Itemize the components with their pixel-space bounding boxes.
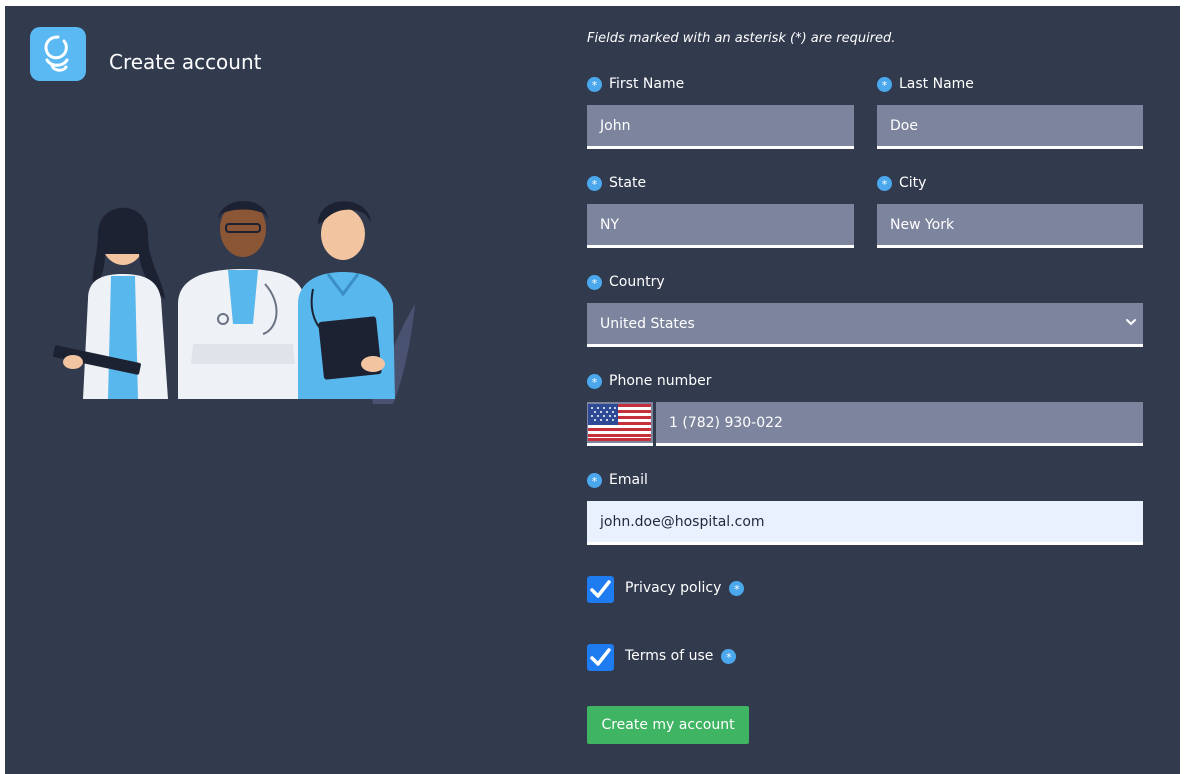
privacy-policy-label: Privacy policy	[625, 580, 745, 597]
first-name-label: First Name	[587, 76, 685, 93]
phone-label-text: Phone number	[609, 373, 712, 389]
last-name-value: Doe	[890, 117, 918, 134]
state-value: NY	[600, 216, 620, 233]
state-input[interactable]: NY	[587, 204, 854, 248]
email-label: Email	[587, 472, 648, 489]
email-input[interactable]: john.doe@hospital.com	[587, 501, 1143, 545]
last-name-label: Last Name	[877, 76, 974, 93]
required-indicator-icon	[877, 175, 892, 192]
state-label-text: State	[609, 175, 647, 191]
terms-of-use-checkbox[interactable]	[587, 644, 614, 671]
first-name-input[interactable]: John	[587, 105, 854, 149]
required-fields-note: Fields marked with an asterisk (*) are r…	[587, 31, 896, 46]
city-label-text: City	[899, 175, 927, 191]
required-indicator-icon	[877, 76, 892, 93]
privacy-policy-text[interactable]: Privacy policy	[625, 580, 721, 596]
checkmark-icon	[590, 580, 611, 598]
required-indicator-icon	[587, 274, 602, 291]
create-account-button[interactable]: Create my account	[587, 706, 749, 744]
required-indicator-icon	[587, 76, 602, 93]
email-label-text: Email	[609, 472, 648, 488]
first-name-value: John	[600, 117, 631, 134]
page-title: Create account	[109, 50, 262, 74]
us-flag-icon	[587, 402, 653, 443]
country-label: Country	[587, 274, 665, 291]
privacy-policy-checkbox[interactable]	[587, 576, 614, 603]
signup-panel: Create account Fields marked with an ast…	[5, 6, 1180, 774]
phone-label: Phone number	[587, 373, 712, 390]
country-label-text: Country	[609, 274, 665, 290]
city-input[interactable]: New York	[877, 204, 1143, 248]
last-name-label-text: Last Name	[899, 76, 974, 92]
required-indicator-icon	[587, 175, 602, 192]
state-label: State	[587, 175, 647, 192]
required-indicator-icon	[729, 580, 745, 597]
checkmark-icon	[590, 648, 611, 666]
phone-input[interactable]: 1 (782) 930-022	[656, 402, 1143, 446]
email-value: john.doe@hospital.com	[600, 513, 765, 530]
medical-staff-illustration	[43, 194, 423, 408]
country-select[interactable]: United States	[587, 303, 1143, 347]
city-value: New York	[890, 216, 955, 233]
first-name-label-text: First Name	[609, 76, 685, 92]
terms-of-use-text[interactable]: Terms of use	[625, 648, 713, 664]
required-indicator-icon	[587, 373, 602, 390]
app-logo-icon	[30, 27, 86, 81]
city-label: City	[877, 175, 927, 192]
chevron-down-icon	[1126, 319, 1136, 326]
country-code-selector[interactable]	[587, 402, 653, 446]
last-name-input[interactable]: Doe	[877, 105, 1143, 149]
terms-of-use-label: Terms of use	[625, 648, 737, 665]
required-indicator-icon	[587, 472, 602, 489]
required-indicator-icon	[721, 648, 737, 665]
country-value: United States	[600, 315, 695, 332]
phone-value: 1 (782) 930-022	[669, 414, 783, 431]
